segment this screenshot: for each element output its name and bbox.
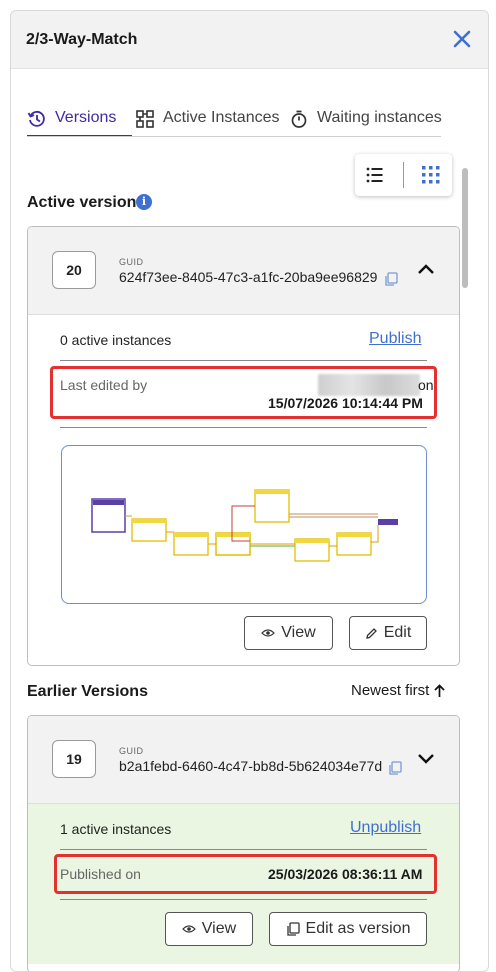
history-icon <box>27 110 45 127</box>
workflow-preview[interactable] <box>61 445 427 604</box>
view-button-label: View <box>281 624 316 641</box>
published-on-label: Published on <box>60 866 141 882</box>
version-number: 19 <box>52 740 96 778</box>
arrow-up-icon <box>434 683 445 697</box>
active-instances-count: 0 active instances <box>60 332 172 348</box>
earlier-version-card: 19 GUID b2a1febd-6460-4c47-bb8d-5b624034… <box>27 715 460 971</box>
tab-active-instances[interactable]: Active Instances <box>135 109 280 137</box>
tab-bar: Versions Active Instances Waiting instan… <box>27 109 447 137</box>
last-edited-on: on <box>418 377 434 393</box>
eye-icon <box>181 925 196 933</box>
chevron-up-icon[interactable] <box>417 262 435 276</box>
version-panel: 2/3-Way-Match Versions Active Instances <box>10 10 489 972</box>
guid-value: 624f73ee-8405-47c3-a1fc-20ba9ee96829 <box>119 269 378 285</box>
version-number: 20 <box>52 251 96 289</box>
last-edited-date: 15/07/2026 10:14:44 PM <box>268 395 423 411</box>
divider <box>60 360 427 361</box>
sort-label: Newest first <box>351 682 430 699</box>
active-version-card: 20 GUID 624f73ee-8405-47c3-a1fc-20ba9ee9… <box>27 226 460 666</box>
active-version-header: 20 GUID 624f73ee-8405-47c3-a1fc-20ba9ee9… <box>28 227 459 315</box>
list-view-icon[interactable] <box>364 164 386 186</box>
guid-label: GUID <box>119 257 144 267</box>
tab-active-instances-label: Active Instances <box>163 109 280 126</box>
redacted-user <box>318 374 420 396</box>
toggle-separator <box>403 162 404 188</box>
edit-as-version-button[interactable]: Edit as version <box>269 912 427 946</box>
edit-button[interactable]: Edit <box>349 616 427 650</box>
view-button-label: View <box>201 920 237 937</box>
tab-versions-label: Versions <box>55 109 117 126</box>
workflow-diagram <box>91 489 398 562</box>
copy-icon[interactable] <box>384 272 398 286</box>
unpublish-link[interactable]: Unpublish <box>350 819 421 837</box>
sort-toggle[interactable]: Newest first <box>351 682 446 699</box>
grid-nodes-icon <box>136 110 154 128</box>
active-version-title: Active version <box>27 194 137 211</box>
tab-versions[interactable]: Versions <box>27 109 132 137</box>
panel-header: 2/3-Way-Match <box>11 11 488 69</box>
active-instances-count: 1 active instances <box>60 821 172 837</box>
close-icon[interactable] <box>451 28 473 50</box>
copy-icon <box>286 922 300 936</box>
divider <box>60 849 427 850</box>
tab-waiting-instances-label: Waiting instances <box>317 109 442 126</box>
earlier-version-header: 19 GUID b2a1febd-6460-4c47-bb8d-5b624034… <box>28 716 459 804</box>
info-icon[interactable]: i <box>136 194 152 210</box>
tab-waiting-instances[interactable]: Waiting instances <box>289 109 442 137</box>
guid-label: GUID <box>119 746 144 756</box>
earlier-versions-title: Earlier Versions <box>27 683 148 700</box>
divider <box>60 899 427 900</box>
panel-title: 2/3-Way-Match <box>26 31 138 48</box>
edit-as-version-label: Edit as version <box>305 920 411 937</box>
view-button[interactable]: View <box>244 616 333 650</box>
scrollbar-thumb[interactable] <box>462 168 468 288</box>
published-date: 25/03/2026 08:36:11 AM <box>268 866 423 882</box>
stopwatch-icon <box>291 110 307 128</box>
divider <box>60 427 427 428</box>
edit-button-label: Edit <box>383 624 412 641</box>
tabs-divider <box>27 136 441 137</box>
grid-view-icon[interactable] <box>420 164 442 186</box>
guid-value: b2a1febd-6460-4c47-bb8d-5b624034e77d <box>119 758 383 774</box>
view-toggle <box>355 154 452 196</box>
last-edited-label: Last edited by <box>60 377 148 393</box>
publish-link[interactable]: Publish <box>369 330 421 348</box>
chevron-down-icon[interactable] <box>417 751 435 765</box>
pencil-icon <box>365 627 377 639</box>
view-button[interactable]: View <box>165 912 253 946</box>
eye-icon <box>261 629 276 637</box>
copy-icon[interactable] <box>388 761 402 775</box>
